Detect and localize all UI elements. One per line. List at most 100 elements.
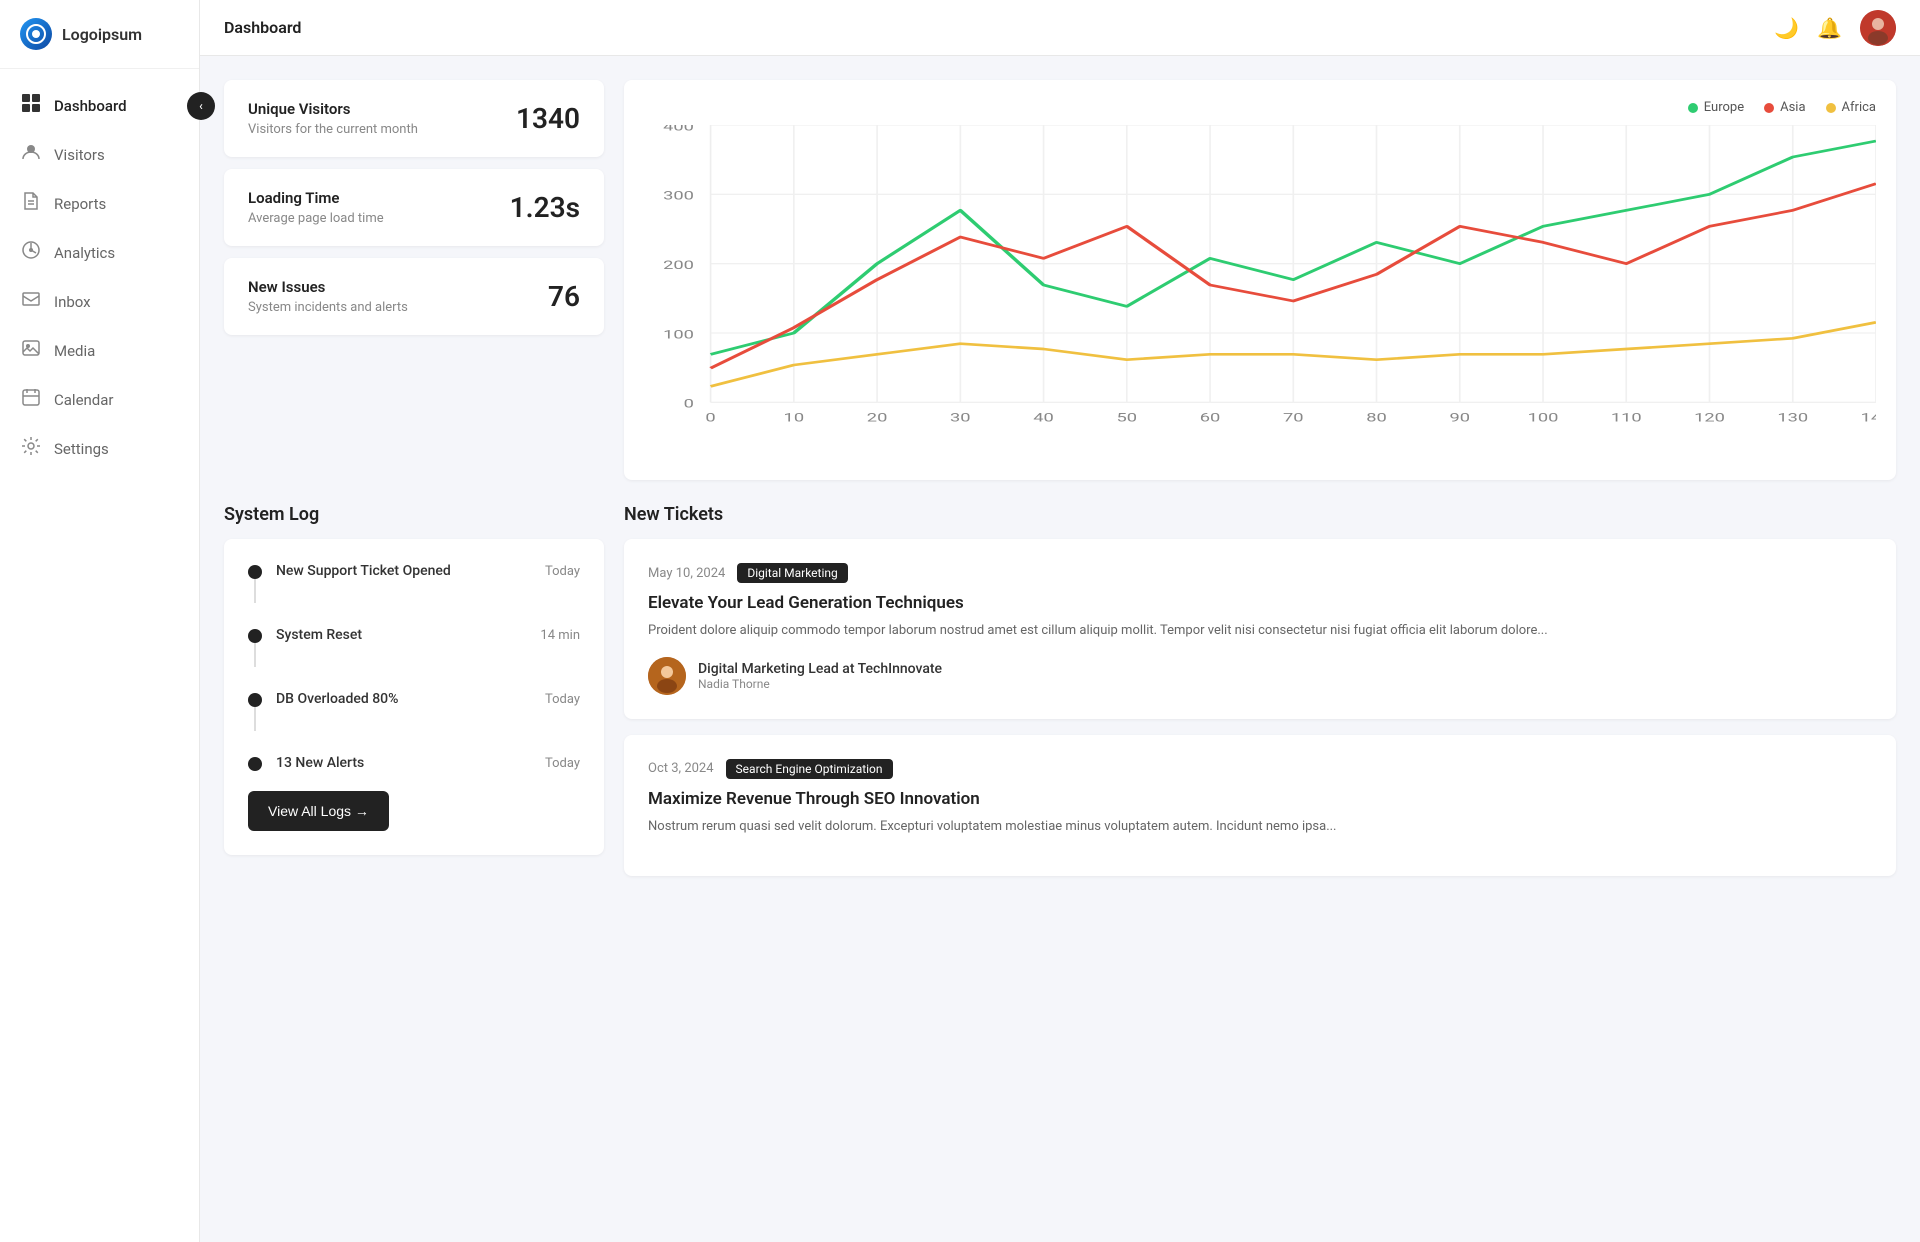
svg-text:10: 10 xyxy=(784,411,805,425)
ticket-title-1: Elevate Your Lead Generation Techniques xyxy=(648,593,1872,613)
sidebar-collapse-btn[interactable]: ‹ xyxy=(187,92,215,120)
system-log-section: System Log New Support Ticket Opened xyxy=(224,504,604,876)
log-card: New Support Ticket Opened Today xyxy=(224,539,604,855)
unique-visitors-card: Unique Visitors Visitors for the current… xyxy=(224,80,604,157)
europe-label: Europe xyxy=(1704,100,1744,115)
svg-text:120: 120 xyxy=(1694,411,1725,425)
ticket-author-1: Digital Marketing Lead at TechInnovate N… xyxy=(648,657,1872,695)
log-item-content: DB Overloaded 80% Today xyxy=(276,691,580,707)
author-avatar-1 xyxy=(648,657,686,695)
unique-visitors-value: 1340 xyxy=(516,102,580,135)
ticket-meta-2: Oct 3, 2024 Search Engine Optimization xyxy=(648,759,1872,779)
logo-area[interactable]: Logoipsum xyxy=(0,0,199,69)
ticket-desc-2: Nostrum rerum quasi sed velit dolorum. E… xyxy=(648,817,1872,837)
svg-text:70: 70 xyxy=(1283,411,1304,425)
legend-europe: Europe xyxy=(1688,100,1744,115)
sidebar-item-inbox[interactable]: Inbox xyxy=(0,277,199,326)
sidebar-item-settings[interactable]: Settings xyxy=(0,424,199,473)
log-item: DB Overloaded 80% Today xyxy=(248,691,580,755)
svg-text:80: 80 xyxy=(1366,411,1387,425)
svg-text:140: 140 xyxy=(1861,411,1876,425)
sidebar-item-reports[interactable]: Reports xyxy=(0,179,199,228)
ticket-card-2: Oct 3, 2024 Search Engine Optimization M… xyxy=(624,735,1896,877)
log-item-row: System Reset 14 min xyxy=(276,627,580,643)
africa-dot xyxy=(1826,103,1836,113)
sidebar-item-dashboard[interactable]: Dashboard ‹ xyxy=(0,81,199,130)
log-item-content: 13 New Alerts Today xyxy=(276,755,580,771)
author-details-1: Digital Marketing Lead at TechInnovate N… xyxy=(698,661,942,691)
sidebar-nav: Dashboard ‹ Visitors Reports Analytics xyxy=(0,69,199,1242)
sidebar-item-media[interactable]: Media xyxy=(0,326,199,375)
user-avatar[interactable] xyxy=(1860,10,1896,46)
log-item-time: Today xyxy=(545,692,580,707)
notification-icon[interactable]: 🔔 xyxy=(1817,16,1842,40)
unique-visitors-title: Unique Visitors xyxy=(248,100,418,118)
new-tickets-title: New Tickets xyxy=(624,504,1896,525)
svg-text:100: 100 xyxy=(1528,411,1559,425)
sidebar-item-calendar[interactable]: Calendar xyxy=(0,375,199,424)
log-item-row: 13 New Alerts Today xyxy=(276,755,580,771)
svg-text:130: 130 xyxy=(1777,411,1808,425)
logo-icon xyxy=(20,18,52,50)
visitors-icon xyxy=(20,142,42,167)
log-dot xyxy=(248,757,262,771)
log-item: 13 New Alerts Today xyxy=(248,755,580,771)
ticket-meta-1: May 10, 2024 Digital Marketing xyxy=(648,563,1872,583)
svg-text:50: 50 xyxy=(1117,411,1138,425)
legend-asia: Asia xyxy=(1764,100,1805,115)
svg-text:20: 20 xyxy=(867,411,888,425)
ticket-desc-1: Proident dolore aliquip commodo tempor l… xyxy=(648,621,1872,641)
new-issues-info: New Issues System incidents and alerts xyxy=(248,278,408,315)
ticket-date-2: Oct 3, 2024 xyxy=(648,761,714,776)
log-connector-line xyxy=(254,707,256,731)
top-row: Unique Visitors Visitors for the current… xyxy=(224,80,1896,480)
system-log-title: System Log xyxy=(224,504,604,525)
view-all-logs-button[interactable]: View All Logs → xyxy=(248,791,389,831)
asia-label: Asia xyxy=(1780,100,1805,115)
loading-time-card: Loading Time Average page load time 1.23… xyxy=(224,169,604,246)
content-area: Unique Visitors Visitors for the current… xyxy=(200,56,1920,1242)
header-actions: 🌙 🔔 xyxy=(1774,10,1896,46)
log-item-row: DB Overloaded 80% Today xyxy=(276,691,580,707)
moon-icon[interactable]: 🌙 xyxy=(1774,16,1799,40)
unique-visitors-info: Unique Visitors Visitors for the current… xyxy=(248,100,418,137)
svg-text:90: 90 xyxy=(1450,411,1471,425)
sidebar-item-analytics[interactable]: Analytics xyxy=(0,228,199,277)
new-issues-title: New Issues xyxy=(248,278,408,296)
stats-panel: Unique Visitors Visitors for the current… xyxy=(224,80,604,480)
media-icon xyxy=(20,338,42,363)
log-item-label: DB Overloaded 80% xyxy=(276,691,398,707)
sidebar-label-settings: Settings xyxy=(54,440,109,458)
new-issues-card: New Issues System incidents and alerts 7… xyxy=(224,258,604,335)
settings-icon xyxy=(20,436,42,461)
sidebar-label-calendar: Calendar xyxy=(54,391,114,409)
svg-text:60: 60 xyxy=(1200,411,1221,425)
loading-time-title: Loading Time xyxy=(248,189,384,207)
log-connector-line xyxy=(254,579,256,603)
chart-panel: Europe Asia Africa xyxy=(624,80,1896,480)
page-title: Dashboard xyxy=(224,18,301,37)
svg-text:40: 40 xyxy=(1033,411,1054,425)
logo-text: Logoipsum xyxy=(62,25,142,44)
svg-text:300: 300 xyxy=(663,189,694,203)
svg-text:400: 400 xyxy=(663,125,694,133)
sidebar-label-media: Media xyxy=(54,342,95,360)
sidebar-label-dashboard: Dashboard xyxy=(54,97,127,115)
log-connector-line xyxy=(254,643,256,667)
log-item: New Support Ticket Opened Today xyxy=(248,563,580,627)
sidebar-label-inbox: Inbox xyxy=(54,293,91,311)
svg-text:100: 100 xyxy=(663,328,694,342)
loading-time-info: Loading Time Average page load time xyxy=(248,189,384,226)
log-dot-col xyxy=(248,691,262,731)
loading-time-subtitle: Average page load time xyxy=(248,211,384,226)
asia-dot xyxy=(1764,103,1774,113)
tickets-list: May 10, 2024 Digital Marketing Elevate Y… xyxy=(624,539,1896,876)
log-items-list: New Support Ticket Opened Today xyxy=(248,563,580,771)
log-dot-col xyxy=(248,755,262,771)
sidebar-item-visitors[interactable]: Visitors xyxy=(0,130,199,179)
svg-text:200: 200 xyxy=(663,258,694,272)
main-area: Dashboard 🌙 🔔 Unique Visitors V xyxy=(200,0,1920,1242)
ticket-tag-2: Search Engine Optimization xyxy=(726,759,893,779)
ticket-date-1: May 10, 2024 xyxy=(648,566,725,581)
reports-icon xyxy=(20,191,42,216)
